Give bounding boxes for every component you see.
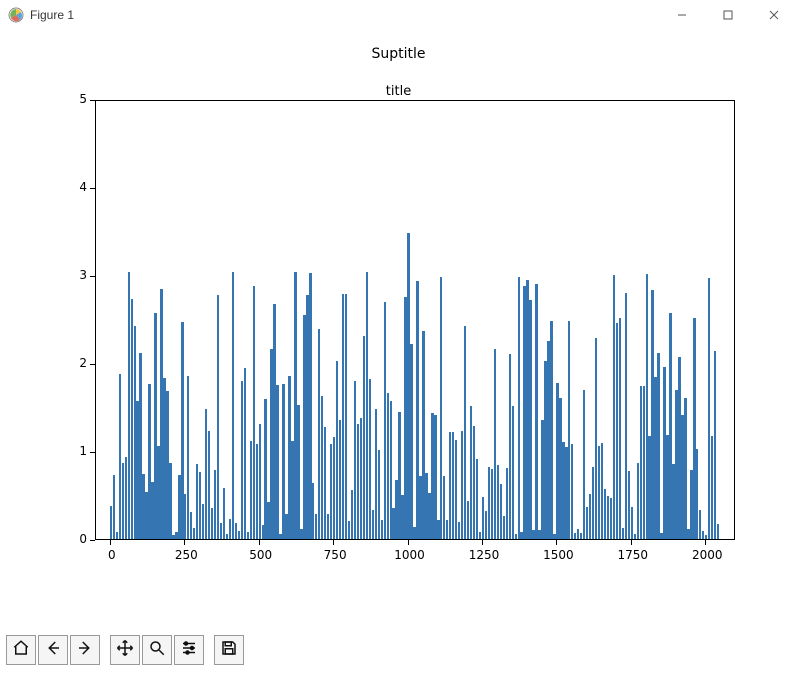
window-controls bbox=[659, 0, 797, 30]
bar bbox=[410, 344, 412, 539]
x-tick-label: 1250 bbox=[464, 548, 504, 562]
bar bbox=[529, 300, 531, 539]
y-tick-label: 5 bbox=[47, 92, 87, 106]
configure-subplots-button[interactable] bbox=[174, 635, 204, 665]
x-tick-label: 1000 bbox=[390, 548, 430, 562]
x-tick-label: 0 bbox=[92, 548, 132, 562]
x-tick-label: 2000 bbox=[687, 548, 727, 562]
bar bbox=[657, 353, 659, 539]
move-icon bbox=[116, 639, 134, 662]
bar bbox=[714, 351, 716, 539]
bar bbox=[550, 321, 552, 539]
bar bbox=[297, 405, 299, 540]
bar bbox=[217, 295, 219, 539]
bar bbox=[571, 444, 573, 539]
pan-button[interactable] bbox=[110, 635, 140, 665]
bar bbox=[113, 475, 115, 539]
bar bbox=[619, 318, 621, 539]
arrow-right-icon bbox=[76, 639, 94, 662]
minimize-button[interactable] bbox=[659, 0, 705, 30]
y-tick-label: 1 bbox=[47, 444, 87, 458]
bar bbox=[259, 424, 261, 539]
bar bbox=[244, 368, 246, 539]
bar bbox=[169, 463, 171, 539]
y-tick-label: 3 bbox=[47, 268, 87, 282]
x-tick-label: 1750 bbox=[613, 548, 653, 562]
bar bbox=[717, 524, 719, 539]
save-icon bbox=[220, 639, 238, 662]
y-tick-label: 2 bbox=[47, 356, 87, 370]
bar bbox=[476, 459, 478, 539]
bar bbox=[223, 488, 225, 539]
bar bbox=[512, 406, 514, 539]
window-title: Figure 1 bbox=[30, 8, 74, 22]
home-button[interactable] bbox=[6, 635, 36, 665]
matplotlib-app-icon bbox=[8, 7, 24, 23]
bar bbox=[232, 272, 234, 539]
x-tick-label: 250 bbox=[166, 548, 206, 562]
zoom-icon bbox=[148, 639, 166, 662]
x-tick-label: 500 bbox=[241, 548, 281, 562]
x-tick-label: 750 bbox=[315, 548, 355, 562]
arrow-left-icon bbox=[44, 639, 62, 662]
forward-button[interactable] bbox=[70, 635, 100, 665]
save-button[interactable] bbox=[214, 635, 244, 665]
back-button[interactable] bbox=[38, 635, 68, 665]
figure-canvas[interactable]: Suptitle title 0 1 2 3 4 5 0 250 500 750 1000 1250… bbox=[0, 30, 797, 624]
titlebar: Figure 1 bbox=[0, 0, 797, 30]
bars-container bbox=[96, 101, 734, 539]
y-tick-label: 0 bbox=[47, 532, 87, 546]
bar bbox=[345, 294, 347, 539]
bar bbox=[684, 398, 686, 539]
axes-box bbox=[95, 100, 735, 540]
maximize-button[interactable] bbox=[705, 0, 751, 30]
figure-suptitle: Suptitle bbox=[0, 46, 797, 62]
bar bbox=[535, 284, 537, 539]
home-icon bbox=[12, 639, 30, 662]
bar bbox=[276, 385, 278, 539]
axes-title: title bbox=[0, 84, 797, 99]
sliders-icon bbox=[180, 639, 198, 662]
nav-toolbar bbox=[6, 632, 252, 668]
zoom-button[interactable] bbox=[142, 635, 172, 665]
y-tick-label: 4 bbox=[47, 180, 87, 194]
close-button[interactable] bbox=[751, 0, 797, 30]
x-tick-label: 1500 bbox=[538, 548, 578, 562]
bar bbox=[518, 277, 520, 539]
